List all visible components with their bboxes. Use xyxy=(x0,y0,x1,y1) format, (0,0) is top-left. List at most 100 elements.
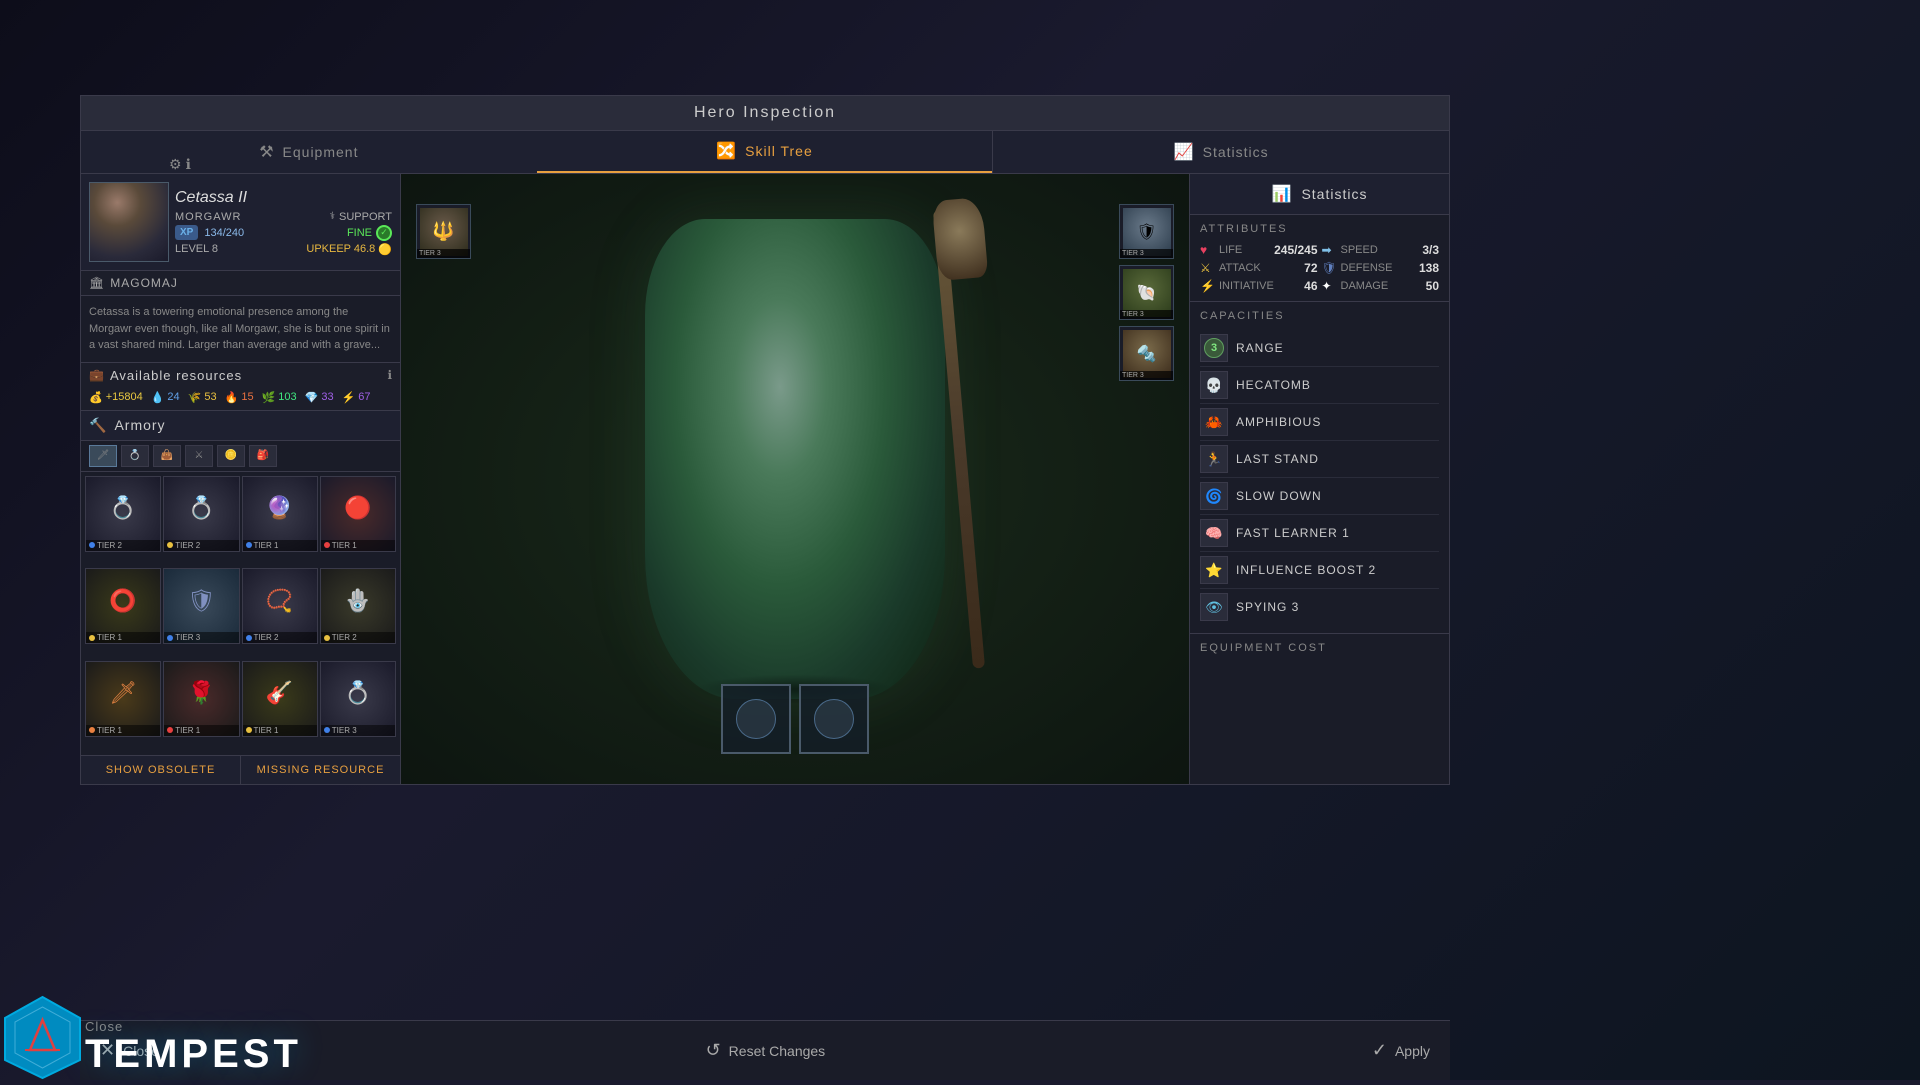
item-cell[interactable]: 🌹 TIER 1 xyxy=(163,661,239,737)
staff-top xyxy=(932,197,989,281)
item-cell[interactable]: 🔮 TIER 1 xyxy=(242,476,318,552)
item-cell[interactable]: 🎸 TIER 1 xyxy=(242,661,318,737)
tier-label: TIER 1 xyxy=(321,540,395,551)
apply-label: Apply xyxy=(1395,1043,1430,1059)
attr-life: ♥ LIFE 245/245 xyxy=(1200,243,1318,257)
resources-icon: 💼 xyxy=(89,368,104,382)
tier-label: TIER 2 xyxy=(164,540,238,551)
tier-label: TIER 2 xyxy=(243,632,317,643)
attributes-label: ATTRIBUTES xyxy=(1200,223,1439,235)
item-cell[interactable]: 💍 TIER 2 xyxy=(163,476,239,552)
tier-label: TIER 1 xyxy=(86,632,160,643)
item-cell[interactable]: 🔴 TIER 1 xyxy=(320,476,396,552)
hero-info: Cetassa II MORGAWR ⚕ SUPPORT XP 134/240 xyxy=(175,189,392,256)
main-panel: Hero Inspection ⚒ Equipment 🔀 Skill Tree… xyxy=(80,95,1450,785)
item-cell[interactable]: 🛡 TIER 3 xyxy=(163,568,239,644)
resources-info-icon: ℹ xyxy=(387,368,392,382)
green-value: 103 xyxy=(278,391,296,403)
attr-speed: ➡ SPEED 3/3 xyxy=(1322,243,1440,257)
title-bar: Hero Inspection xyxy=(81,96,1449,131)
defense-label: DEFENSE xyxy=(1341,262,1414,274)
filter-tab-weapon[interactable]: ⚔ xyxy=(185,445,213,467)
attributes-section: ATTRIBUTES ♥ LIFE 245/245 ➡ SPEED 3/3 ⚔ xyxy=(1190,215,1449,302)
item-cell[interactable]: 🪬 TIER 2 xyxy=(320,568,396,644)
slow-down-icon: 🌀 xyxy=(1205,488,1222,505)
hero-upkeep: UPKEEP 46.8 🟡 xyxy=(306,243,392,256)
slot-placeholder-1 xyxy=(736,699,776,739)
purple-icon: ⚡ xyxy=(342,391,356,404)
slow-down-icon-wrap: 🌀 xyxy=(1200,482,1228,510)
tier-dot xyxy=(89,635,95,641)
range-name: RANGE xyxy=(1236,341,1439,355)
item-icon: 💍 xyxy=(86,477,160,540)
amphibious-icon: 🦀 xyxy=(1205,414,1222,431)
item-cell[interactable]: 💍 TIER 2 xyxy=(85,476,161,552)
resource-yellow: 🌾 53 xyxy=(188,391,217,404)
tab-statistics-label: Statistics xyxy=(1203,144,1269,160)
equipment-cost-title: EQUIPMENT COST xyxy=(1200,642,1439,654)
item-cell[interactable]: ⭕ TIER 1 xyxy=(85,568,161,644)
speed-value: 3/3 xyxy=(1422,243,1439,257)
reset-button[interactable]: ↺ Reset Changes xyxy=(706,1040,826,1061)
tier-dot xyxy=(89,542,95,548)
tier-dot xyxy=(246,727,252,733)
teal-icon: 💎 xyxy=(305,391,319,404)
filter-tab-coin[interactable]: 🪙 xyxy=(217,445,245,467)
influence-boost-name: INFLUENCE BOOST 2 xyxy=(1236,563,1439,577)
life-value: 245/245 xyxy=(1274,243,1317,257)
armory-buttons: SHOW OBSOLETE MISSING RESOURCE xyxy=(81,755,400,784)
last-stand-icon: 🏃 xyxy=(1205,451,1222,468)
attr-attack: ⚔ ATTACK 72 xyxy=(1200,261,1318,275)
damage-value: 50 xyxy=(1426,279,1439,293)
attack-value: 72 xyxy=(1304,261,1317,275)
capacity-last-stand: 🏃 LAST STAND xyxy=(1200,441,1439,478)
xp-badge: XP xyxy=(175,225,198,240)
bottom-equip-slots xyxy=(721,684,869,754)
resource-teal: 💎 33 xyxy=(305,391,334,404)
item-icon: 🔴 xyxy=(321,477,395,540)
magomaj-row: 🏛 MAGOMAJ xyxy=(81,271,400,296)
item-cell[interactable]: 💍 TIER 3 xyxy=(320,661,396,737)
capacities-section: CAPACITIES 3 RANGE 💀 HECATOMB xyxy=(1190,302,1449,634)
equip-slot-bottom-2[interactable] xyxy=(799,684,869,754)
item-icon: 🛡 xyxy=(164,569,238,632)
tier-dot xyxy=(167,542,173,548)
resource-green: 🌿 103 xyxy=(262,391,297,404)
filter-tab-other[interactable]: 🎒 xyxy=(249,445,277,467)
left-panel: ⚙ ℹ Cetassa II MORGAWR ⚕ SUPPORT xyxy=(81,174,401,784)
tab-skill-tree[interactable]: 🔀 Skill Tree xyxy=(537,131,993,173)
range-icon: 3 xyxy=(1200,334,1228,362)
attr-initiative: ⚡ INITIATIVE 46 xyxy=(1200,279,1318,293)
hero-role: ⚕ SUPPORT xyxy=(330,211,392,223)
slow-down-name: SLOW DOWN xyxy=(1236,489,1439,503)
teal-value: 33 xyxy=(321,391,333,403)
armory-icon: 🔨 xyxy=(89,417,106,434)
tier-dot xyxy=(89,727,95,733)
filter-tab-bag[interactable]: 👜 xyxy=(153,445,181,467)
resource-blue: 💧 24 xyxy=(151,391,180,404)
xp-value: 134/240 xyxy=(204,227,244,239)
filter-tab-sword[interactable]: 🗡 xyxy=(89,445,117,467)
filter-tab-ring[interactable]: 💍 xyxy=(121,445,149,467)
spying-icon: 👁 xyxy=(1205,599,1223,616)
tab-equipment[interactable]: ⚒ Equipment xyxy=(81,131,537,173)
item-cell[interactable]: 📿 TIER 2 xyxy=(242,568,318,644)
equip-slot-bottom-1[interactable] xyxy=(721,684,791,754)
item-cell[interactable]: 🗡 TIER 1 xyxy=(85,661,161,737)
tier-label: TIER 1 xyxy=(243,540,317,551)
stats-header: 📊 Statistics xyxy=(1190,174,1449,215)
blue-icon: 💧 xyxy=(151,391,165,404)
status-icon: ✓ xyxy=(376,225,392,241)
hex-logo xyxy=(0,995,85,1080)
tab-statistics[interactable]: 📈 Statistics xyxy=(992,131,1449,173)
armory-header: 🔨 Armory xyxy=(81,411,400,441)
tier-label: TIER 1 xyxy=(86,725,160,736)
show-obsolete-button[interactable]: SHOW OBSOLETE xyxy=(81,756,241,784)
missing-resource-button[interactable]: MISSING RESOURCE xyxy=(241,756,400,784)
tier-label: TIER 1 xyxy=(243,725,317,736)
apply-button[interactable]: ✓ Apply xyxy=(1372,1040,1430,1061)
item-icon: 📿 xyxy=(243,569,317,632)
attr-damage: ✦ DAMAGE 50 xyxy=(1322,279,1440,293)
armory-section: 🔨 Armory 🗡 💍 👜 ⚔ 🪙 🎒 💍 xyxy=(81,411,400,785)
tab-skill-tree-label: Skill Tree xyxy=(745,143,813,159)
